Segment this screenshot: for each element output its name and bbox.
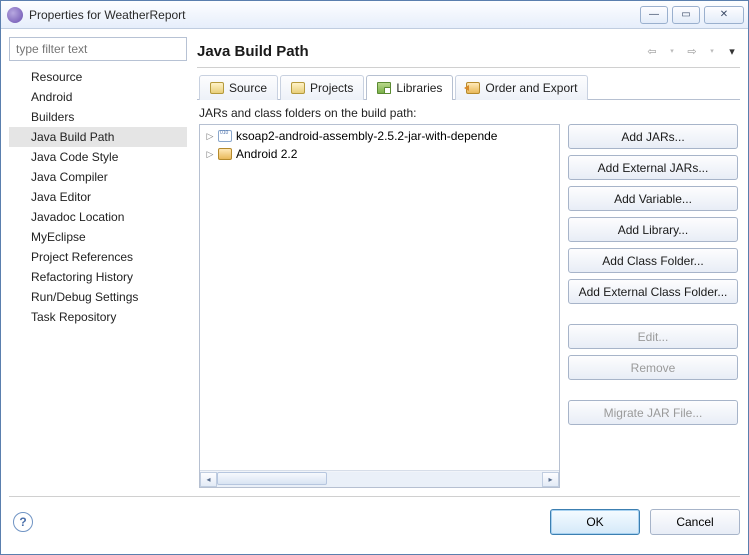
right-panel: Java Build Path ⇦ ▾ ⇨ ▾ ▾ Source	[197, 37, 740, 490]
scroll-right-icon[interactable]: ▸	[542, 472, 559, 487]
filter-input[interactable]	[9, 37, 187, 61]
tab-bar: Source Projects Libraries Order and Expo…	[197, 74, 740, 100]
nav-back-dropdown-icon[interactable]: ▾	[664, 43, 680, 59]
add-jars-button[interactable]: Add JARs...	[568, 124, 738, 149]
properties-dialog: Properties for WeatherReport — ▭ ✕ Resou…	[0, 0, 749, 555]
projects-folder-icon	[291, 82, 305, 94]
order-export-icon	[466, 82, 480, 94]
list-item-label: Android 2.2	[236, 147, 297, 161]
tab-order-export[interactable]: Order and Export	[455, 75, 588, 100]
expand-icon[interactable]: ▷	[204, 130, 216, 142]
cancel-button[interactable]: Cancel	[650, 509, 740, 535]
window-title: Properties for WeatherReport	[29, 8, 186, 22]
ok-button[interactable]: OK	[550, 509, 640, 535]
list-item[interactable]: ▷ ksoap2-android-assembly-2.5.2-jar-with…	[200, 127, 559, 145]
tree-item-javadoc-location[interactable]: Javadoc Location	[9, 207, 187, 227]
nav-icons: ⇦ ▾ ⇨ ▾ ▾	[644, 43, 740, 59]
help-icon: ?	[19, 515, 26, 529]
jar-icon	[218, 130, 232, 142]
edit-button[interactable]: Edit...	[568, 324, 738, 349]
tree-item-project-references[interactable]: Project References	[9, 247, 187, 267]
add-class-folder-button[interactable]: Add Class Folder...	[568, 248, 738, 273]
tree-item-java-build-path[interactable]: Java Build Path	[9, 127, 187, 147]
tree-item-java-editor[interactable]: Java Editor	[9, 187, 187, 207]
tree-item-run-debug-settings[interactable]: Run/Debug Settings	[9, 287, 187, 307]
tab-label: Order and Export	[485, 81, 577, 95]
list-area[interactable]: ▷ ksoap2-android-assembly-2.5.2-jar-with…	[200, 125, 559, 470]
add-external-jars-button[interactable]: Add External JARs...	[568, 155, 738, 180]
tab-label: Source	[229, 81, 267, 95]
tree-item-builders[interactable]: Builders	[9, 107, 187, 127]
add-external-class-folder-button[interactable]: Add External Class Folder...	[568, 279, 738, 304]
nav-back-icon[interactable]: ⇦	[644, 43, 660, 59]
titlebar[interactable]: Properties for WeatherReport — ▭ ✕	[1, 1, 748, 29]
nav-forward-icon[interactable]: ⇨	[684, 43, 700, 59]
page-header: Java Build Path ⇦ ▾ ⇨ ▾ ▾	[197, 37, 740, 65]
close-button[interactable]: ✕	[704, 6, 744, 24]
tree-item-java-compiler[interactable]: Java Compiler	[9, 167, 187, 187]
minimize-button[interactable]: —	[640, 6, 668, 24]
scroll-thumb[interactable]	[217, 472, 327, 485]
button-column: Add JARs... Add External JARs... Add Var…	[568, 124, 738, 488]
dialog-footer: ? OK Cancel	[9, 496, 740, 546]
libraries-list[interactable]: ▷ ksoap2-android-assembly-2.5.2-jar-with…	[199, 124, 560, 488]
tree-item-android[interactable]: Android	[9, 87, 187, 107]
nav-forward-dropdown-icon[interactable]: ▾	[704, 43, 720, 59]
tab-libraries[interactable]: Libraries	[366, 75, 453, 100]
migrate-jar-button[interactable]: Migrate JAR File...	[568, 400, 738, 425]
maximize-button[interactable]: ▭	[672, 6, 700, 24]
tree-item-resource[interactable]: Resource	[9, 67, 187, 87]
tree-item-myeclipse[interactable]: MyEclipse	[9, 227, 187, 247]
page-title: Java Build Path	[197, 43, 644, 60]
add-variable-button[interactable]: Add Variable...	[568, 186, 738, 211]
tree-item-refactoring-history[interactable]: Refactoring History	[9, 267, 187, 287]
tab-source[interactable]: Source	[199, 75, 278, 100]
tab-label: Projects	[310, 81, 353, 95]
minimize-icon: —	[649, 9, 659, 20]
scroll-left-icon[interactable]: ◂	[200, 472, 217, 487]
libraries-icon	[377, 82, 391, 94]
source-folder-icon	[210, 82, 224, 94]
client-area: Resource Android Builders Java Build Pat…	[1, 29, 748, 554]
upper-area: Resource Android Builders Java Build Pat…	[1, 29, 748, 490]
close-icon: ✕	[720, 9, 728, 20]
horizontal-scrollbar[interactable]: ◂ ▸	[200, 470, 559, 487]
scroll-track[interactable]	[217, 472, 542, 487]
remove-button[interactable]: Remove	[568, 355, 738, 380]
tree-item-java-code-style[interactable]: Java Code Style	[9, 147, 187, 167]
app-icon	[7, 7, 23, 23]
help-button[interactable]: ?	[13, 512, 33, 532]
header-divider	[197, 67, 740, 68]
tab-projects[interactable]: Projects	[280, 75, 364, 100]
list-item[interactable]: ▷ Android 2.2	[200, 145, 559, 163]
left-panel: Resource Android Builders Java Build Pat…	[9, 37, 187, 490]
expand-icon[interactable]: ▷	[204, 148, 216, 160]
body-split: ▷ ksoap2-android-assembly-2.5.2-jar-with…	[199, 124, 738, 488]
android-lib-icon	[218, 148, 232, 160]
libraries-caption: JARs and class folders on the build path…	[199, 106, 738, 120]
maximize-icon: ▭	[681, 9, 690, 20]
tab-label: Libraries	[396, 81, 442, 95]
tab-body: JARs and class folders on the build path…	[197, 100, 740, 490]
tree-item-task-repository[interactable]: Task Repository	[9, 307, 187, 327]
list-item-label: ksoap2-android-assembly-2.5.2-jar-with-d…	[236, 129, 497, 143]
category-tree[interactable]: Resource Android Builders Java Build Pat…	[9, 67, 187, 327]
add-library-button[interactable]: Add Library...	[568, 217, 738, 242]
nav-menu-icon[interactable]: ▾	[724, 43, 740, 59]
